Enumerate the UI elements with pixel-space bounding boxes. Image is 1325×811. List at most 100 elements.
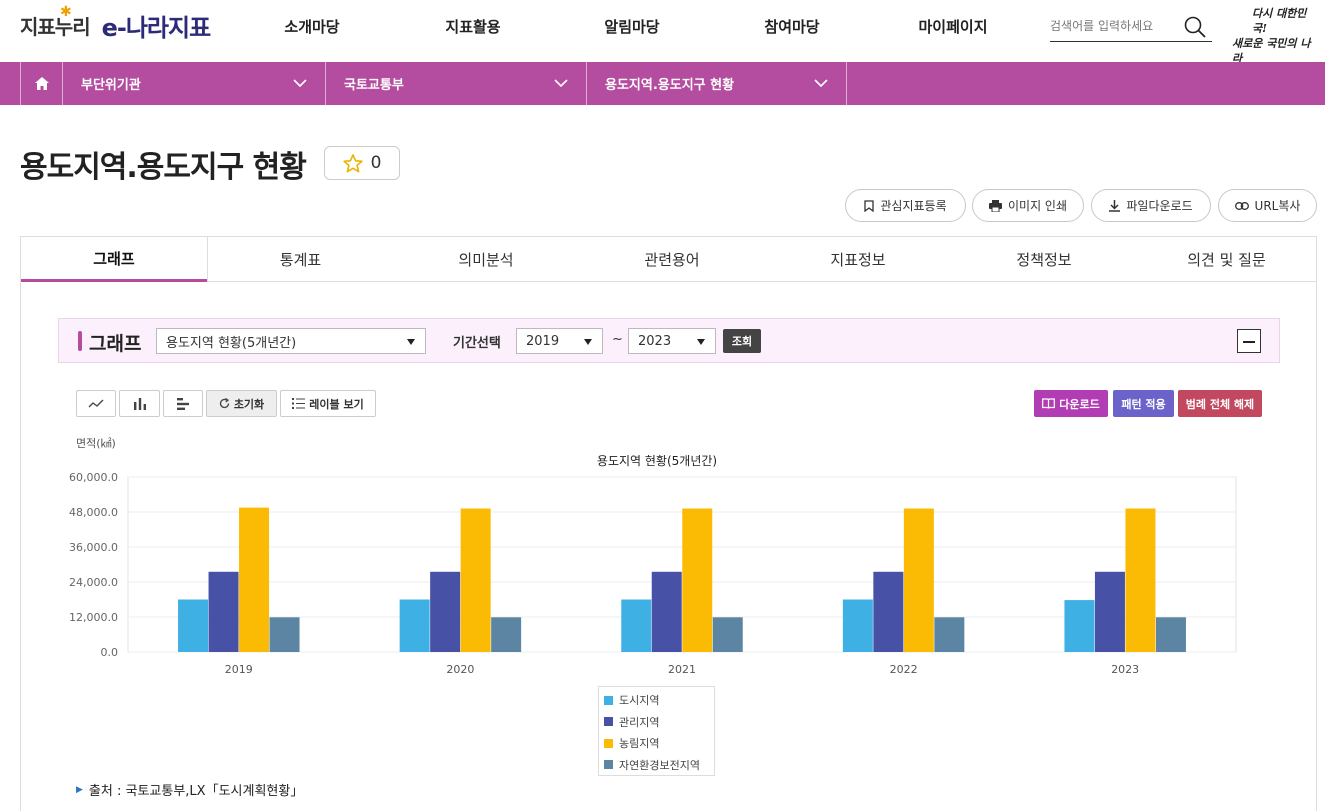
horizontal-bar-button[interactable] (163, 390, 203, 417)
print-label: 이미지 인쇄 (1007, 199, 1067, 213)
legend-item[interactable]: 자연환경보전지역 (604, 758, 700, 772)
y-tick-label: 36,000.0 (69, 541, 118, 554)
print-button[interactable]: 이미지 인쇄 (972, 189, 1084, 222)
search-icon[interactable] (1184, 16, 1206, 38)
bar-자연환경보전지역-2022[interactable] (934, 617, 965, 652)
y-axis-title: 면적(㎢) (76, 437, 116, 450)
line-chart-button[interactable] (76, 390, 116, 417)
bar-자연환경보전지역-2021[interactable] (712, 617, 743, 652)
bar-관리지역-2019[interactable] (208, 571, 239, 652)
legend-item[interactable]: 도시지역 (604, 693, 659, 707)
bar-농림지역-2019[interactable] (239, 507, 270, 652)
graph-control-bar: 그래프 용도지역 현황(5개년간) 기간선택 2019 ~ 2023 조회 (58, 318, 1280, 363)
site-logo[interactable]: 지표누리 ✱ e-나라지표 (20, 4, 211, 42)
y-tick-label: 12,000.0 (69, 611, 118, 624)
legend-swatch (604, 760, 613, 769)
nav-item[interactable]: 소개마당 (284, 16, 339, 37)
bookmark-button[interactable]: 관심지표등록 (845, 189, 966, 222)
bar-농림지역-2020[interactable] (460, 508, 491, 653)
bar-도시지역-2022[interactable] (842, 599, 873, 653)
legend-label: 도시지역 (619, 694, 660, 707)
tab-qna[interactable]: 의견 및 질문 (1137, 237, 1316, 281)
link-icon (1234, 201, 1249, 210)
chevron-down-icon (814, 79, 828, 88)
bar-도시지역-2020[interactable] (399, 599, 430, 653)
end-year-select[interactable]: 2023 (628, 328, 716, 354)
dropdown-arrow-icon (697, 339, 705, 345)
tab-graph[interactable]: 그래프 (21, 237, 207, 282)
bar-관리지역-2021[interactable] (651, 571, 682, 652)
x-tick-label: 2020 (446, 663, 474, 676)
legend-item[interactable]: 농림지역 (604, 736, 659, 750)
search-input[interactable] (1050, 12, 1178, 40)
line-chart-icon (88, 399, 104, 407)
bar-자연환경보전지역-2020[interactable] (491, 617, 522, 652)
site-header: 지표누리 ✱ e-나라지표 소개마당 지표활용 알림마당 참여마당 마이페이지 … (0, 0, 1325, 65)
bar-도시지역-2023[interactable] (1064, 600, 1095, 652)
source-note: ▶ 출처 : 국토교통부,LX「도시계획현황」 (76, 780, 303, 799)
tab-terms[interactable]: 관련용어 (579, 237, 765, 281)
bar-농림지역-2021[interactable] (682, 508, 713, 653)
location-level3[interactable]: 용도지역.용도지구 현황 (586, 62, 847, 105)
bullet-icon: ▶ (76, 785, 83, 795)
pattern-button[interactable]: 패턴 적용 (1113, 390, 1174, 417)
content-tabs: 그래프 통계표 의미분석 관련용어 지표정보 정책정보 의견 및 질문 (20, 236, 1317, 282)
tab-table[interactable]: 통계표 (207, 237, 393, 281)
x-tick-label: 2021 (668, 663, 696, 676)
book-icon (1042, 398, 1056, 409)
bar-도시지역-2021[interactable] (621, 599, 652, 653)
reset-button[interactable]: 초기화 (206, 390, 277, 417)
bar-도시지역-2019[interactable] (178, 599, 209, 653)
collapse-button[interactable] (1237, 329, 1261, 353)
chart-download-button[interactable]: 다운로드 (1034, 390, 1108, 417)
nav-item[interactable]: 지표활용 (445, 16, 500, 37)
list-icon (292, 398, 306, 409)
file-download-button[interactable]: 파일다운로드 (1091, 189, 1211, 222)
x-tick-label: 2023 (1111, 663, 1139, 676)
bar-자연환경보전지역-2019[interactable] (269, 617, 300, 652)
source-text: 출처 : 국토교통부,LX「도시계획현황」 (88, 784, 304, 799)
dropdown-arrow-icon (407, 339, 415, 345)
location-bar: 부단위기관 국토교통부 용도지역.용도지구 현황 (0, 62, 1325, 105)
start-year-select[interactable]: 2019 (516, 328, 603, 354)
bar-관리지역-2020[interactable] (430, 571, 461, 652)
tab-indicator-info[interactable]: 지표정보 (765, 237, 951, 281)
tab-policy-info[interactable]: 정책정보 (951, 237, 1137, 281)
legend-label: 관리지역 (619, 715, 660, 729)
favorite-button[interactable]: 0 (324, 146, 400, 180)
y-tick-label: 60,000.0 (69, 471, 118, 484)
location-level1[interactable]: 부단위기관 (62, 62, 325, 105)
location-level3-label: 용도지역.용도지구 현황 (605, 78, 735, 93)
bar-관리지역-2022[interactable] (873, 571, 904, 652)
home-button[interactable] (20, 62, 62, 105)
legend-clear-button[interactable]: 범례 전체 해제 (1178, 390, 1262, 417)
bookmark-label: 관심지표등록 (880, 199, 947, 213)
location-level1-label: 부단위기관 (81, 78, 141, 93)
location-level2[interactable]: 국토교통부 (325, 62, 586, 105)
chart-select[interactable]: 용도지역 현황(5개년간) (156, 328, 426, 354)
url-copy-button[interactable]: URL복사 (1218, 189, 1317, 222)
logo-star-icon: ✱ (60, 4, 72, 20)
label-view-button[interactable]: 레이블 보기 (280, 390, 376, 417)
bar-자연환경보전지역-2023[interactable] (1155, 617, 1186, 652)
bar-관리지역-2023[interactable] (1094, 571, 1125, 652)
dropdown-arrow-icon (584, 339, 592, 345)
download-icon (1109, 199, 1121, 212)
legend-item[interactable]: 관리지역 (604, 715, 659, 729)
label-view-label: 레이블 보기 (309, 397, 364, 411)
x-tick-label: 2022 (890, 663, 918, 676)
x-tick-label: 2019 (225, 663, 253, 676)
bar-chart: 면적(㎢) 용도지역 현황(5개년간) 0.0 12,000.0 24,000.0 3… (69, 437, 1237, 676)
bar-농림지역-2023[interactable] (1125, 508, 1156, 653)
nav-item[interactable]: 마이페이지 (918, 16, 987, 37)
tab-analysis[interactable]: 의미분석 (393, 237, 579, 281)
horizontal-bar-icon (176, 397, 189, 410)
bar-농림지역-2022[interactable] (903, 508, 934, 653)
location-level2-label: 국토교통부 (344, 78, 404, 93)
chart-legend: 도시지역관리지역농림지역자연환경보전지역 (598, 686, 715, 776)
nav-item[interactable]: 알림마당 (604, 16, 659, 37)
bar-chart-button[interactable] (119, 390, 160, 417)
query-button[interactable]: 조회 (723, 329, 761, 353)
y-tick-label: 0.0 (101, 646, 119, 659)
nav-item[interactable]: 참여마당 (764, 16, 819, 37)
